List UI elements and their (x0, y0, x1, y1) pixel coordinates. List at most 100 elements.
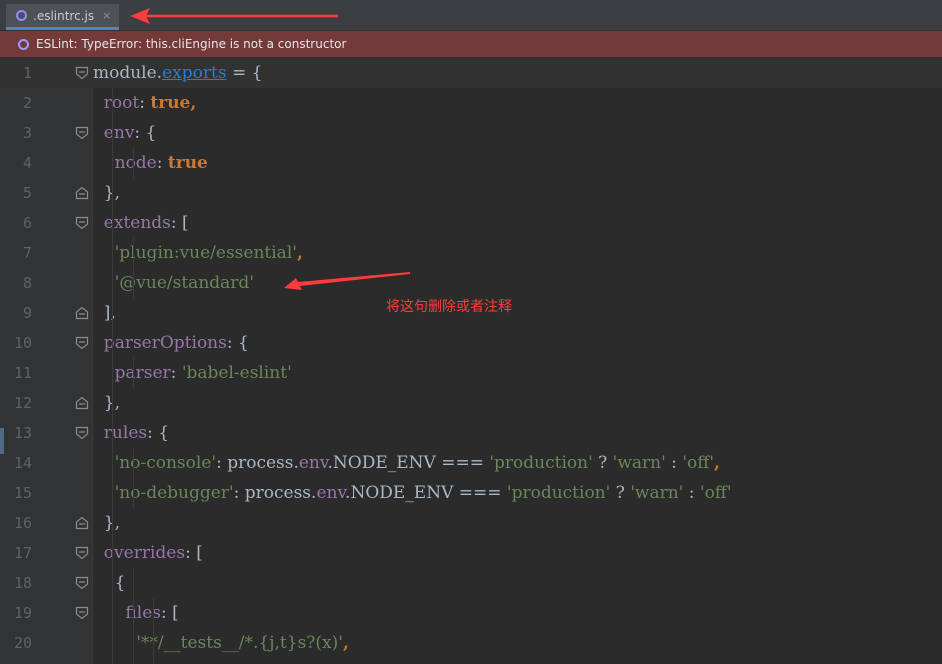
code-text[interactable]: module.exports = { (93, 58, 262, 88)
fold-collapse-icon[interactable] (75, 336, 89, 350)
code-token: .NODE_ENV === (327, 453, 490, 473)
code-line[interactable]: 7 'plugin:vue/essential', (0, 238, 942, 268)
indent-guide (133, 568, 134, 664)
code-token: : (156, 153, 168, 173)
indent-guide (133, 148, 134, 178)
code-token: true (150, 93, 191, 113)
code-token: '@vue/standard' (93, 273, 254, 293)
code-token: extends (93, 213, 171, 233)
code-text[interactable]: overrides: [ (93, 538, 203, 568)
code-editor[interactable]: 1 module.exports = {2 root: true, 3 env: {… (0, 58, 942, 664)
code-text[interactable]: env: { (93, 118, 157, 148)
code-token: exports (162, 63, 227, 83)
code-text[interactable]: '**/__tests__/*.{j,t}s?(x)', (93, 628, 349, 658)
code-line[interactable]: 10 parserOptions: { (0, 328, 942, 358)
code-text[interactable]: }, (93, 508, 120, 538)
fold-collapse-icon[interactable] (75, 546, 89, 560)
code-token: : process. (233, 483, 317, 503)
code-text[interactable]: '@vue/standard' (93, 268, 254, 298)
code-line[interactable]: 20 '**/__tests__/*.{j,t}s?(x)', (0, 628, 942, 658)
line-number: 14 (13, 454, 32, 472)
line-number: 2 (22, 94, 32, 112)
fold-collapse-icon[interactable] (75, 216, 89, 230)
code-token: 'off' (699, 483, 732, 503)
code-line[interactable]: 17 overrides: [ (0, 538, 942, 568)
line-number: 12 (13, 394, 32, 412)
code-text[interactable]: 'plugin:vue/essential', (93, 238, 303, 268)
code-token: : [ (170, 213, 189, 233)
indent-guide (153, 598, 154, 664)
code-line[interactable]: 19 files: [ (0, 598, 942, 628)
code-text[interactable]: 'no-debugger': process.env.NODE_ENV === … (93, 478, 732, 508)
line-number: 1 (22, 64, 32, 82)
line-number: 6 (22, 214, 32, 232)
code-token: : (683, 483, 700, 503)
code-text[interactable]: parserOptions: { (93, 328, 249, 358)
code-token: , (190, 93, 197, 113)
code-token: module. (93, 63, 163, 83)
code-text[interactable]: files: [ (93, 598, 178, 628)
fold-collapse-icon[interactable] (75, 66, 89, 80)
line-number: 5 (22, 184, 32, 202)
code-token: '**/__tests__/*.{j,t}s?(x)' (93, 633, 343, 653)
line-number: 7 (22, 244, 32, 262)
indent-guide (133, 358, 134, 388)
fold-collapse-icon[interactable] (75, 426, 89, 440)
line-number: 15 (13, 484, 32, 502)
code-text[interactable]: { (93, 568, 126, 598)
fold-end-icon[interactable] (75, 186, 89, 200)
code-line[interactable]: 5 }, (0, 178, 942, 208)
code-token: 'production' (506, 483, 611, 503)
code-text[interactable]: 'no-console': process.env.NODE_ENV === '… (93, 448, 720, 478)
line-pointer-arrow (284, 272, 410, 290)
fold-end-icon[interactable] (75, 396, 89, 410)
code-text[interactable]: node: true (93, 148, 208, 178)
code-token: : process. (216, 453, 299, 473)
code-text[interactable]: extends: [ (93, 208, 189, 238)
code-token: }, (93, 513, 121, 533)
code-token: .NODE_ENV === (345, 483, 507, 503)
indent-guide (112, 88, 113, 664)
annotation-note: 将这句删除或者注释 (386, 299, 512, 315)
code-line[interactable]: 13 rules: { (0, 418, 942, 448)
code-text[interactable]: }, (93, 388, 120, 418)
code-line[interactable]: 6 extends: [ (0, 208, 942, 238)
line-number: 9 (22, 304, 32, 322)
code-token: , (714, 453, 720, 473)
code-token: , (296, 243, 303, 263)
code-text[interactable]: parser: 'babel-eslint' (93, 358, 292, 388)
tab-eslintrc[interactable]: .eslintrc.js × (6, 4, 120, 30)
fold-end-icon[interactable] (75, 306, 89, 320)
code-token: , (342, 633, 349, 653)
code-token: env (316, 483, 346, 503)
code-text[interactable]: rules: { (93, 418, 169, 448)
code-line[interactable]: 15 'no-debugger': process.env.NODE_ENV =… (0, 478, 942, 508)
code-line[interactable]: 18 { (0, 568, 942, 598)
code-line[interactable]: 2 root: true, (0, 88, 942, 118)
code-line[interactable]: 11 parser: 'babel-eslint' (0, 358, 942, 388)
code-line[interactable]: 8 '@vue/standard' (0, 268, 942, 298)
code-line[interactable]: 3 env: { (0, 118, 942, 148)
fold-collapse-icon[interactable] (75, 126, 89, 140)
code-line[interactable]: 4 node: true (0, 148, 942, 178)
code-line[interactable]: 14 'no-console': process.env.NODE_ENV ==… (0, 448, 942, 478)
indent-guide (133, 238, 134, 298)
code-token: env (93, 123, 135, 143)
line-number: 11 (13, 364, 32, 382)
code-line[interactable]: 12 }, (0, 388, 942, 418)
code-text[interactable]: }, (93, 178, 120, 208)
code-token: ? (610, 483, 631, 503)
code-token: ? (592, 453, 613, 473)
code-token: 'production' (489, 453, 593, 473)
code-text[interactable]: root: true, (93, 88, 197, 118)
fold-collapse-icon[interactable] (75, 576, 89, 590)
code-token: parser (93, 363, 171, 383)
code-token: true (167, 153, 208, 173)
fold-collapse-icon[interactable] (75, 606, 89, 620)
code-token: env (298, 453, 328, 473)
code-line[interactable]: 16 }, (0, 508, 942, 538)
close-icon[interactable]: × (102, 9, 111, 22)
fold-end-icon[interactable] (75, 516, 89, 530)
code-token: : [ (185, 543, 203, 563)
code-line[interactable]: 1 module.exports = { (0, 58, 942, 88)
